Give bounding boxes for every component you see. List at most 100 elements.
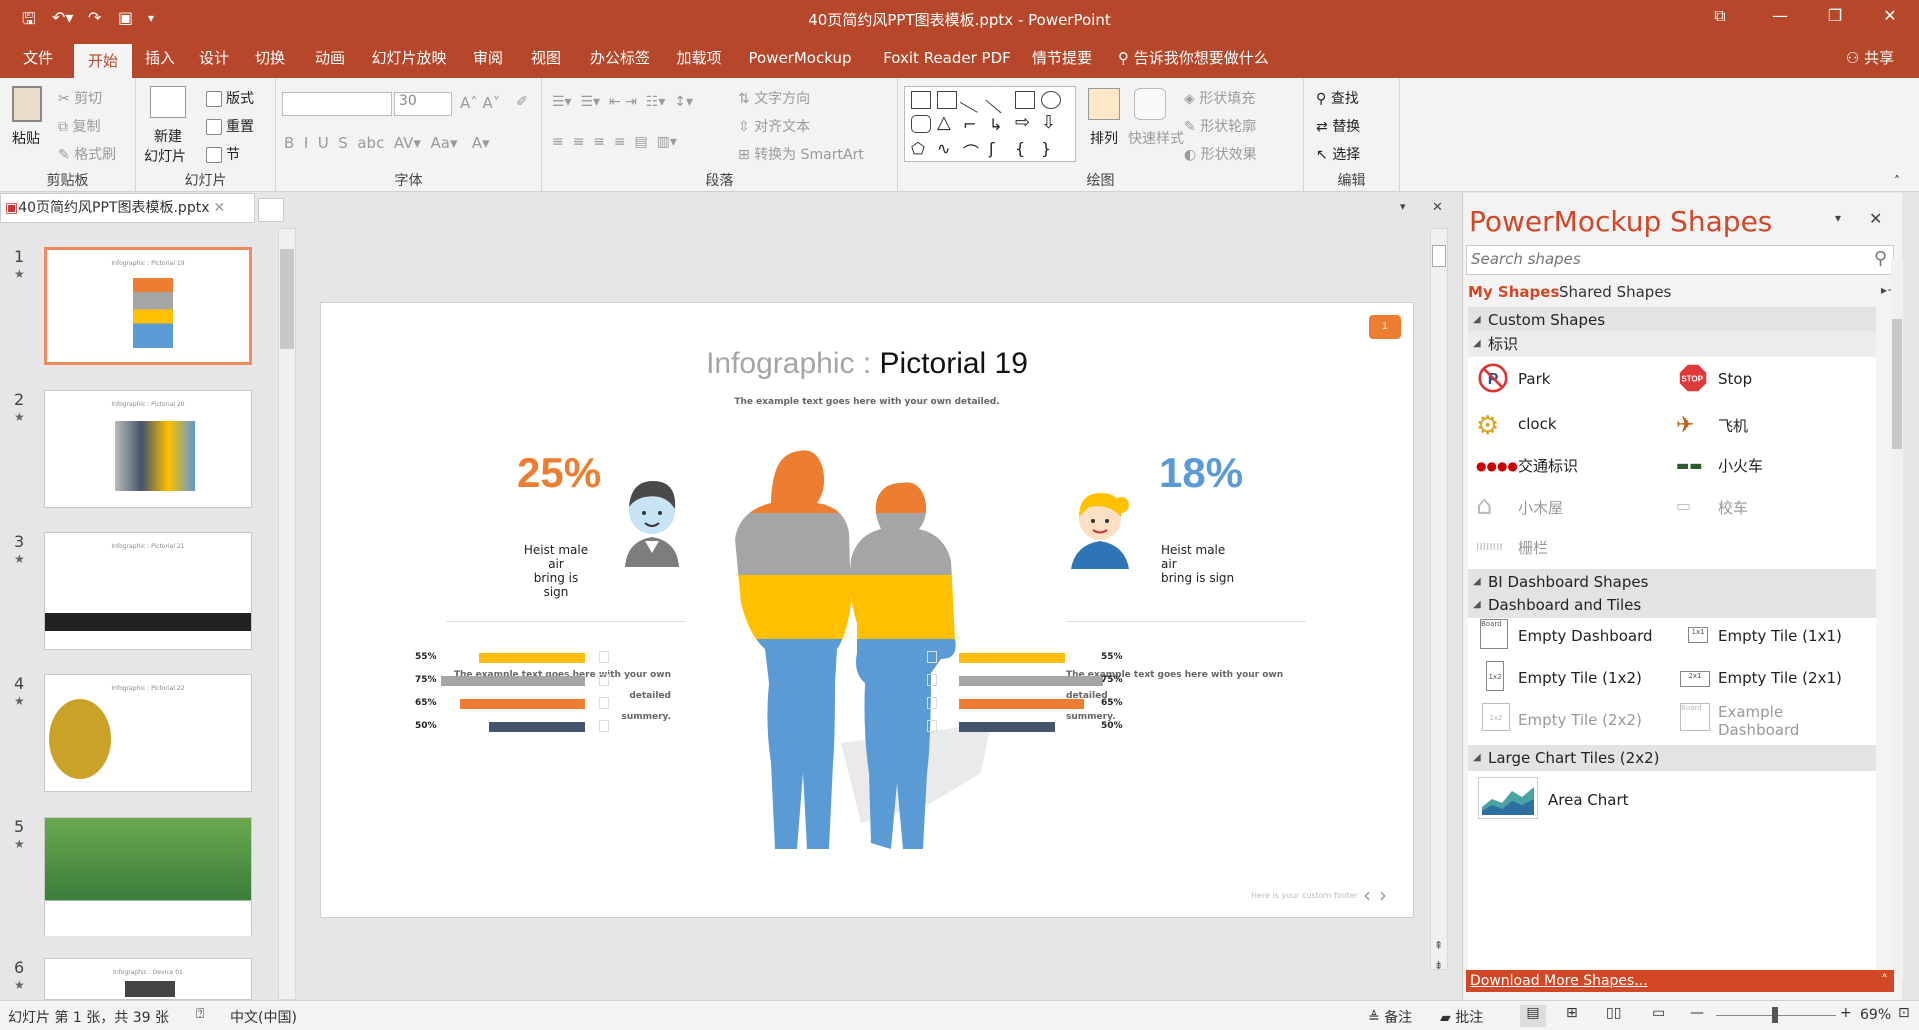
new-tab-button[interactable] xyxy=(258,198,284,222)
smartart-button[interactable]: ⊞ 转换为 SmartArt xyxy=(738,144,864,164)
pane-scrollbar[interactable] xyxy=(1891,259,1903,981)
shape-bus[interactable]: 校车 xyxy=(1718,497,1748,518)
scroll-thumb[interactable] xyxy=(1892,319,1902,449)
text-direction-button[interactable]: ⇅ 文字方向 xyxy=(738,88,810,108)
elbow-shape-icon[interactable]: ↳ xyxy=(989,115,1009,134)
slide-thumbnail[interactable]: Infographic : Pictorial 23 xyxy=(44,817,252,936)
copy-button[interactable]: ⧉ 复制 xyxy=(58,116,100,136)
textbox-shape-icon[interactable] xyxy=(911,91,931,109)
shape-park[interactable]: Park xyxy=(1518,370,1550,388)
font-size-input[interactable]: 30 xyxy=(394,92,452,116)
close-tab-icon[interactable]: ✕ xyxy=(213,200,225,216)
quick-styles-icon[interactable] xyxy=(1134,88,1166,120)
down-arrow-shape-icon[interactable]: ⇩ xyxy=(1041,114,1061,133)
shape-plane[interactable]: 飞机 xyxy=(1718,415,1748,436)
zoom-slider-handle[interactable] xyxy=(1772,1007,1778,1023)
slide-thumbnail[interactable]: Infographic : Pictorial 22 xyxy=(44,674,252,792)
prev-next-slide-buttons[interactable]: ⇞ ⇟ xyxy=(1434,936,1443,976)
slide-next-icon[interactable]: › xyxy=(1379,883,1387,907)
shape-traffic[interactable]: 交通标识 xyxy=(1518,455,1578,476)
shape-effects-button[interactable]: ◐ 形状效果 xyxy=(1184,144,1257,164)
shape-fill-button[interactable]: ◈ 形状填充 xyxy=(1184,88,1255,108)
slide-scrollbar[interactable] xyxy=(1430,228,1448,970)
shape-tile-1x2[interactable]: Empty Tile (1x2) xyxy=(1518,669,1642,687)
rectangle-shape-icon[interactable] xyxy=(1015,91,1035,109)
minimize-icon[interactable]: — xyxy=(1760,6,1800,25)
arrange-icon[interactable] xyxy=(1088,88,1120,120)
triangle-shape-icon[interactable]: △ xyxy=(937,114,957,133)
shape-house[interactable]: 小木屋 xyxy=(1518,497,1563,518)
collapse-icon[interactable]: ˄ xyxy=(1881,970,1888,992)
tab-office-tabs[interactable]: 办公标签 xyxy=(582,38,658,78)
slide-thumbnail[interactable]: Infographic : Pictorial 21 xyxy=(44,532,252,650)
shape-clock[interactable]: clock xyxy=(1518,415,1557,433)
arrange-button[interactable]: 排列 xyxy=(1090,128,1118,148)
scroll-thumb[interactable] xyxy=(1432,245,1446,267)
shape-fence[interactable]: 栅栏 xyxy=(1518,537,1548,558)
rounded-rect-shape-icon[interactable] xyxy=(911,115,931,133)
brace-left-shape-icon[interactable]: { xyxy=(1015,139,1035,158)
slide-thumbnail[interactable]: Infographic : Pictorial 19 xyxy=(44,247,252,365)
zoom-in-button[interactable]: + xyxy=(1840,1005,1852,1021)
slide-prev-icon[interactable]: ‹ xyxy=(1363,883,1371,907)
freeform-shape-icon[interactable]: ʃ xyxy=(989,139,1009,158)
shape-search-box[interactable]: ⚲ xyxy=(1466,245,1894,275)
paste-button[interactable]: 粘贴 xyxy=(12,128,40,148)
section-button[interactable]: 节 xyxy=(206,144,240,164)
thumbnail-scrollbar[interactable] xyxy=(278,228,296,1000)
tab-review[interactable]: 审阅 xyxy=(466,38,510,78)
tab-my-shapes[interactable]: My Shapes xyxy=(1468,283,1559,301)
zoom-level[interactable]: 69% xyxy=(1860,1007,1891,1023)
slideshow-view-icon[interactable]: ▭ xyxy=(1652,1005,1665,1021)
select-button[interactable]: ↖ 选择 xyxy=(1316,144,1360,164)
format-painter-button[interactable]: ✎ 格式刷 xyxy=(58,144,116,164)
arc-shape-icon[interactable]: ⌒ xyxy=(963,139,983,162)
shape-train[interactable]: 小火车 xyxy=(1718,455,1763,476)
collapse-ribbon-icon[interactable]: ˄ xyxy=(1894,174,1900,188)
align-text-button[interactable]: ⇳ 对齐文本 xyxy=(738,116,810,136)
slide[interactable]: 1 Infographic : Pictorial 19 The example… xyxy=(320,302,1414,918)
zoom-out-button[interactable]: — xyxy=(1690,1005,1704,1021)
tab-view[interactable]: 视图 xyxy=(524,38,568,78)
tab-design[interactable]: 设计 xyxy=(192,38,236,78)
maximize-icon[interactable]: ❐ xyxy=(1815,6,1855,25)
tab-foxit[interactable]: Foxit Reader PDF xyxy=(874,38,1020,78)
list-buttons[interactable]: ☰▾ ☰▾ ⇤ ⇥ ☷▾ ↕▾ xyxy=(552,94,693,110)
tab-storyboard[interactable]: 情节提要 xyxy=(1030,38,1094,78)
normal-view-icon[interactable]: ▤ xyxy=(1520,1005,1546,1027)
font-style-buttons[interactable]: B I U S abc AV▾ Aa▾ A▾ xyxy=(284,134,490,152)
tab-shared-shapes[interactable]: Shared Shapes xyxy=(1559,283,1671,301)
find-button[interactable]: ⚲ 查找 xyxy=(1316,88,1359,108)
scroll-thumb[interactable] xyxy=(280,249,294,349)
shape-outline-button[interactable]: ✎ 形状轮廓 xyxy=(1184,116,1256,136)
pane-close-icon[interactable]: ✕ xyxy=(1869,209,1882,228)
font-name-input[interactable] xyxy=(282,92,392,116)
section-dashboard-tiles[interactable]: Dashboard and Tiles xyxy=(1468,592,1876,618)
close-icon[interactable]: ✕ xyxy=(1870,6,1910,25)
shape-stop[interactable]: Stop xyxy=(1718,370,1752,388)
new-slide-dropdown[interactable]: 幻灯片 xyxy=(144,146,186,166)
shape-tile-2x1[interactable]: Empty Tile (2x1) xyxy=(1718,669,1842,687)
tab-transitions[interactable]: 切换 xyxy=(248,38,292,78)
document-tab[interactable]: ▣40页简约风PPT图表模板.pptx ✕ xyxy=(0,193,255,223)
tab-addins[interactable]: 加载项 xyxy=(670,38,728,78)
brace-right-shape-icon[interactable]: } xyxy=(1041,139,1061,158)
tab-list-dropdown-icon[interactable]: ▾ xyxy=(1400,200,1406,213)
fit-slide-icon[interactable]: ⊡ xyxy=(1898,1005,1910,1021)
shape-tile-2x2[interactable]: Empty Tile (2x2) xyxy=(1518,711,1642,729)
comments-button[interactable]: ▰ 批注 xyxy=(1440,1007,1483,1027)
clear-format-icon[interactable]: ✐ xyxy=(516,94,528,110)
section-custom-shapes[interactable]: Custom Shapes xyxy=(1468,307,1876,333)
shape-example-dashboard[interactable]: Example Dashboard xyxy=(1718,703,1799,739)
line-shape-icon[interactable] xyxy=(959,87,987,113)
spellcheck-icon[interactable]: ⍰ xyxy=(196,1006,204,1022)
tab-powermockup[interactable]: PowerMockup xyxy=(740,38,860,78)
pentagon-shape-icon[interactable]: ⬠ xyxy=(911,139,931,158)
shape-empty-dashboard[interactable]: Empty Dashboard xyxy=(1518,627,1653,645)
ribbon-display-icon[interactable]: ⧉ xyxy=(1700,6,1740,26)
tell-me-search[interactable]: ⚲ 告诉我你想要做什么 xyxy=(1118,38,1288,78)
pane-options-icon[interactable]: ▾ xyxy=(1835,211,1841,225)
reading-view-icon[interactable]: ▯▯ xyxy=(1606,1005,1621,1021)
slide-thumbnail[interactable]: Infographic : Device 01 xyxy=(44,958,252,1000)
new-slide-button[interactable]: 新建 xyxy=(154,126,182,146)
